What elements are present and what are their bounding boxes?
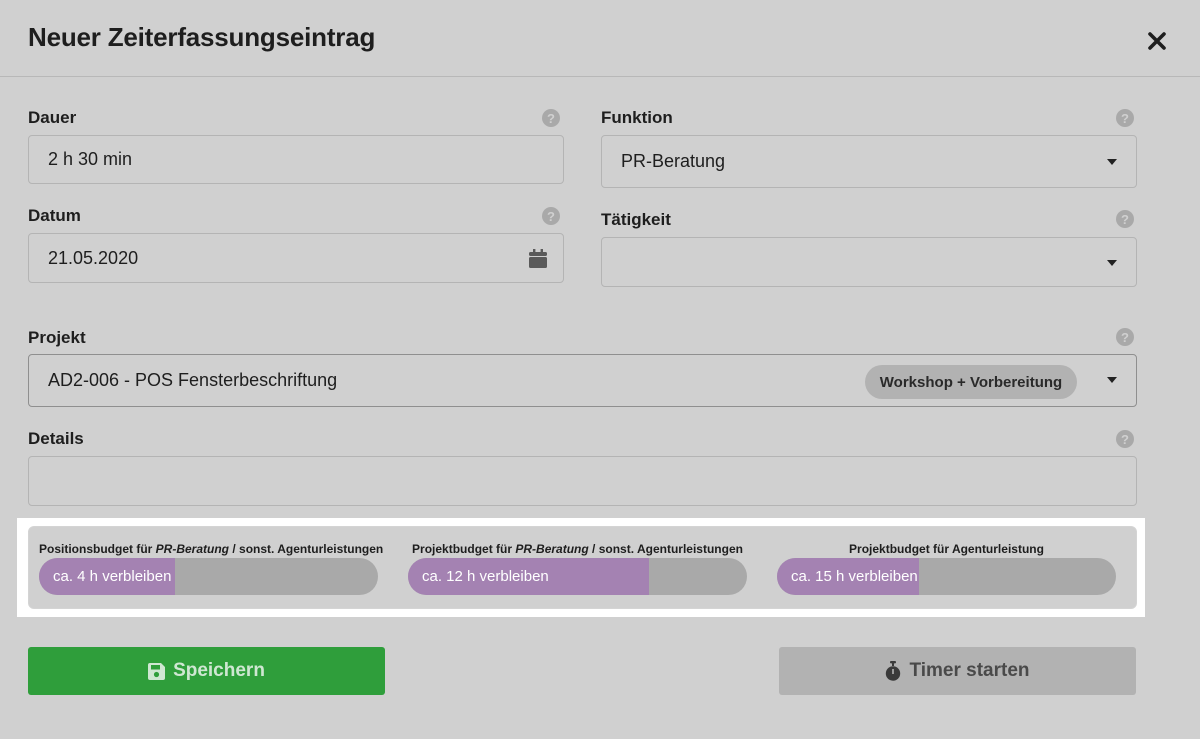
dauer-help-icon[interactable]: ? (542, 109, 560, 127)
funktion-label: Funktion (601, 108, 673, 127)
floppy-disk-icon (148, 662, 166, 680)
dialog-title: Neuer Zeiterfassungseintrag (28, 22, 376, 52)
close-icon (1148, 32, 1166, 50)
calendar-icon[interactable] (529, 249, 547, 268)
projekt-label: Projekt (28, 328, 86, 347)
stopwatch-icon (886, 661, 901, 681)
dauer-value: 2 h 30 min (48, 149, 133, 169)
details-label: Details (28, 429, 84, 448)
datum-input[interactable]: 21.05.2020 (28, 233, 564, 283)
close-button[interactable] (1142, 26, 1172, 56)
budget-bar-project: ca. 12 h verbleiben (408, 558, 747, 595)
datum-label: Datum (28, 206, 81, 225)
timer-button-label: Timer starten (909, 660, 1030, 681)
save-button-label: Speichern (173, 660, 265, 681)
projekt-tag: Workshop + Vorbereitung (865, 365, 1077, 399)
funktion-value: PR-Beratung (621, 151, 726, 171)
taetigkeit-label: Tätigkeit (601, 210, 671, 229)
chevron-down-icon (1107, 377, 1117, 383)
details-help-icon[interactable]: ? (1116, 430, 1134, 448)
funktion-select[interactable]: PR-Beratung (601, 135, 1137, 188)
taetigkeit-help-icon[interactable]: ? (1116, 210, 1134, 228)
budget-text: ca. 4 h verbleiben (53, 568, 172, 585)
datum-help-icon[interactable]: ? (542, 207, 560, 225)
budget-label-project: Projektbudget für PR-Beratung / sonst. A… (412, 542, 743, 556)
datum-value: 21.05.2020 (48, 247, 139, 268)
budget-bar-position: ca. 4 h verbleiben (39, 558, 378, 595)
budget-text: ca. 12 h verbleiben (422, 568, 549, 585)
budget-label-position: Positionsbudget für PR-Beratung / sonst.… (39, 542, 384, 556)
budget-bar-agency: ca. 15 h verbleiben (777, 558, 1116, 595)
details-input[interactable] (28, 456, 1137, 506)
dauer-label: Dauer (28, 108, 77, 127)
dauer-input[interactable]: 2 h 30 min (28, 135, 564, 184)
projekt-value: AD2-006 - POS Fensterbeschriftung (48, 370, 338, 390)
chevron-down-icon (1107, 159, 1117, 165)
funktion-help-icon[interactable]: ? (1116, 109, 1134, 127)
save-button[interactable]: Speichern (28, 647, 385, 695)
budget-label-agency: Projektbudget für Agenturleistung (849, 542, 1044, 556)
dialog-header: Neuer Zeiterfassungseintrag (0, 0, 1200, 77)
chevron-down-icon (1107, 260, 1117, 266)
projekt-help-icon[interactable]: ? (1116, 328, 1134, 346)
budget-text: ca. 15 h verbleiben (791, 568, 918, 585)
timer-start-button[interactable]: Timer starten (779, 647, 1136, 695)
taetigkeit-select[interactable] (601, 237, 1137, 287)
